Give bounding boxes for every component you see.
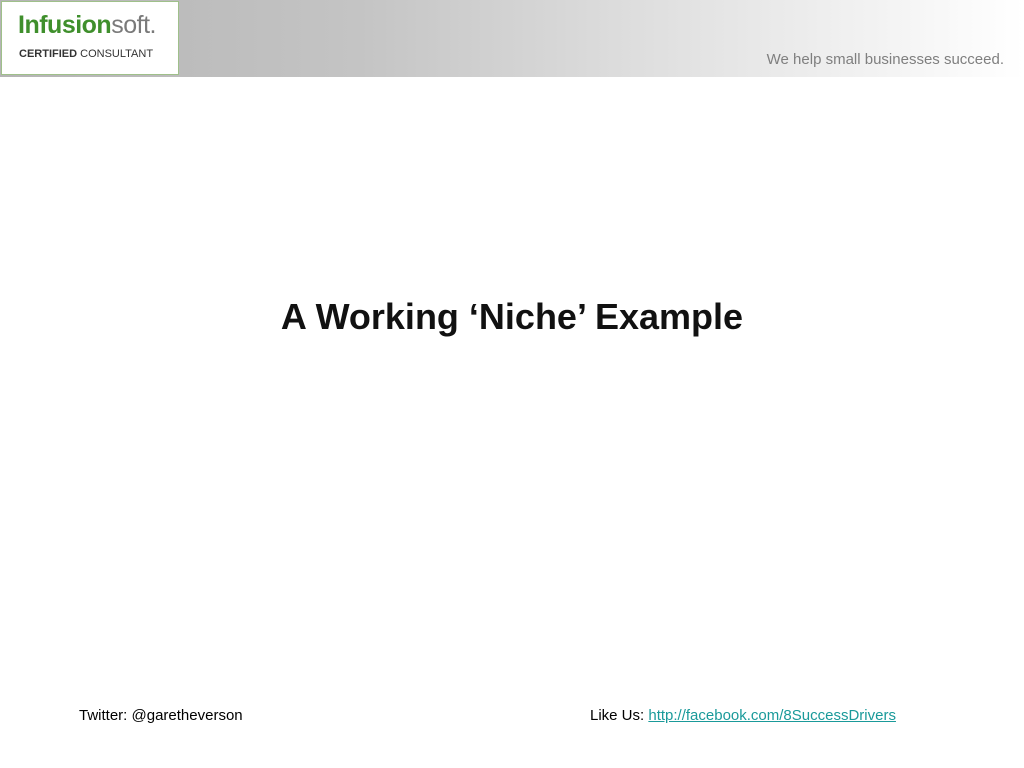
logo-subtitle-bold: CERTIFIED (19, 48, 78, 60)
logo-wordmark: Infusionsoft. (18, 10, 156, 40)
facebook-like: Like Us: http://facebook.com/8SuccessDri… (590, 707, 896, 724)
logo-subtitle-rest: CONSULTANT (77, 48, 154, 60)
logo-wordmark-part2: soft. (111, 11, 156, 39)
like-us-label: Like Us: (590, 707, 649, 724)
twitter-handle: Twitter: @garetheverson (79, 707, 243, 724)
slide-title: A Working ‘Niche’ Example (280, 296, 744, 337)
logo-subtitle: CERTIFIED CONSULTANT (19, 48, 153, 61)
logo-wordmark-part1: Infusion (18, 11, 112, 39)
facebook-link[interactable]: http://facebook.com/8SuccessDrivers (648, 707, 896, 724)
infusionsoft-logo: Infusionsoft. CERTIFIED CONSULTANT (1, 1, 179, 75)
tagline: We help small businesses succeed. (766, 51, 1004, 68)
slide: Infusionsoft. CERTIFIED CONSULTANT We he… (0, 0, 1024, 768)
header-band: Infusionsoft. CERTIFIED CONSULTANT We he… (0, 0, 1024, 77)
